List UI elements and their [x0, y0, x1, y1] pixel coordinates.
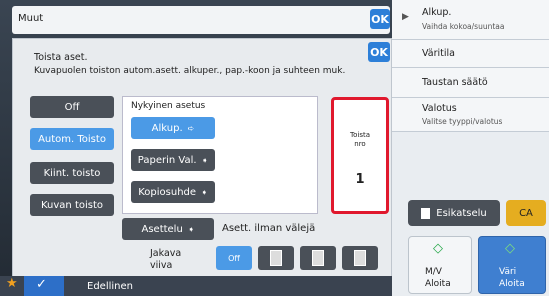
paper-select-button[interactable]: Paperin Val. ➧	[131, 149, 215, 171]
mode-image-repeat-button[interactable]: Kuvan toisto	[30, 194, 114, 216]
right-item-background[interactable]: Taustan säätö	[392, 68, 549, 98]
mode-fixed-repeat-button[interactable]: Kiint. toisto	[30, 162, 114, 184]
mono-start-line1: M/V	[425, 267, 442, 277]
arrow-right-icon: ➪	[187, 123, 195, 133]
layout-button[interactable]: Asettelu ➧	[122, 218, 214, 240]
star-icon[interactable]: ★	[6, 276, 18, 291]
layout-label: Asettelu	[141, 223, 183, 235]
dialog-description: Kuvapuolen toiston autom.asett. alkuper.…	[34, 66, 346, 76]
play-icon: ▶	[402, 12, 409, 22]
repeat-count-label-line2: nro	[354, 140, 366, 148]
page-divider-icon	[354, 250, 366, 266]
right-item-exposure[interactable]: Valotus Valitse tyyppi/valotus	[392, 98, 549, 132]
page-divider-icon	[312, 250, 324, 266]
original-button[interactable]: Alkup. ➪	[131, 117, 215, 139]
header-title: Muut	[18, 13, 44, 24]
right-item-color-mode[interactable]: Väritila	[392, 40, 549, 68]
diamond-start-icon: ◇	[505, 241, 515, 256]
dialog-title: Toista aset.	[34, 52, 88, 63]
paper-label: Paperin Val.	[137, 154, 197, 166]
arrow-right-icon: ➧	[187, 224, 195, 234]
divider-label-line1: Jakava	[150, 248, 182, 259]
divider-style-2-button[interactable]	[300, 246, 336, 270]
previous-button[interactable]: Edellinen	[66, 276, 154, 296]
original-label: Alkup.	[151, 122, 183, 134]
preview-icon	[421, 207, 431, 219]
divider-style-1-button[interactable]	[258, 246, 294, 270]
repeat-count-value: 1	[355, 172, 365, 187]
preview-label: Esikatselu	[436, 207, 487, 219]
mono-start-line2: Aloita	[425, 279, 451, 289]
repeat-count-box[interactable]	[331, 97, 389, 214]
divider-label-line2: viiva	[150, 260, 173, 271]
mono-start-button[interactable]: ◇ M/V Aloita	[408, 236, 472, 294]
right-item-subtitle: Vaihda kokoa/suuntaa	[422, 22, 505, 31]
divider-off-button[interactable]: Off	[216, 246, 252, 270]
check-icon: ✓	[36, 277, 47, 292]
right-item-original[interactable]: ▶ Alkup. Vaihda kokoa/suuntaa	[392, 0, 549, 40]
color-start-line1: Väri	[499, 267, 517, 277]
arrow-right-icon: ➧	[201, 187, 208, 197]
mode-auto-repeat-button[interactable]: Autom. Toisto	[30, 128, 114, 150]
preview-button[interactable]: Esikatselu	[408, 200, 500, 226]
right-item-title: Taustan säätö	[422, 77, 488, 88]
color-start-line2: Aloita	[499, 279, 525, 289]
right-item-title: Alkup.	[422, 7, 452, 18]
ratio-label: Kopiosuhde	[138, 186, 197, 198]
dialog-ok-button[interactable]: OK	[368, 42, 390, 62]
diamond-start-icon: ◇	[433, 241, 443, 256]
right-item-title: Väritila	[422, 48, 455, 59]
right-item-subtitle: Valitse tyyppi/valotus	[422, 117, 503, 126]
check-button[interactable]: ✓	[24, 276, 64, 296]
header-bar: Muut	[12, 6, 390, 34]
header-ok-button[interactable]: OK	[370, 9, 390, 29]
copy-ratio-button[interactable]: Kopiosuhde ➧	[131, 181, 215, 203]
clear-all-button[interactable]: CA	[506, 200, 546, 226]
color-start-button[interactable]: ◇ Väri Aloita	[478, 236, 546, 294]
mode-off-button[interactable]: Off	[30, 96, 114, 118]
current-setting-label: Nykyinen asetus	[131, 101, 206, 111]
repeat-count-label-line1: Toista	[350, 131, 370, 139]
layout-value: Asett. ilman välejä	[222, 223, 316, 234]
divider-style-3-button[interactable]	[342, 246, 378, 270]
arrow-right-icon: ➧	[201, 155, 209, 165]
page-divider-icon	[270, 250, 282, 266]
right-item-title: Valotus	[422, 103, 457, 114]
